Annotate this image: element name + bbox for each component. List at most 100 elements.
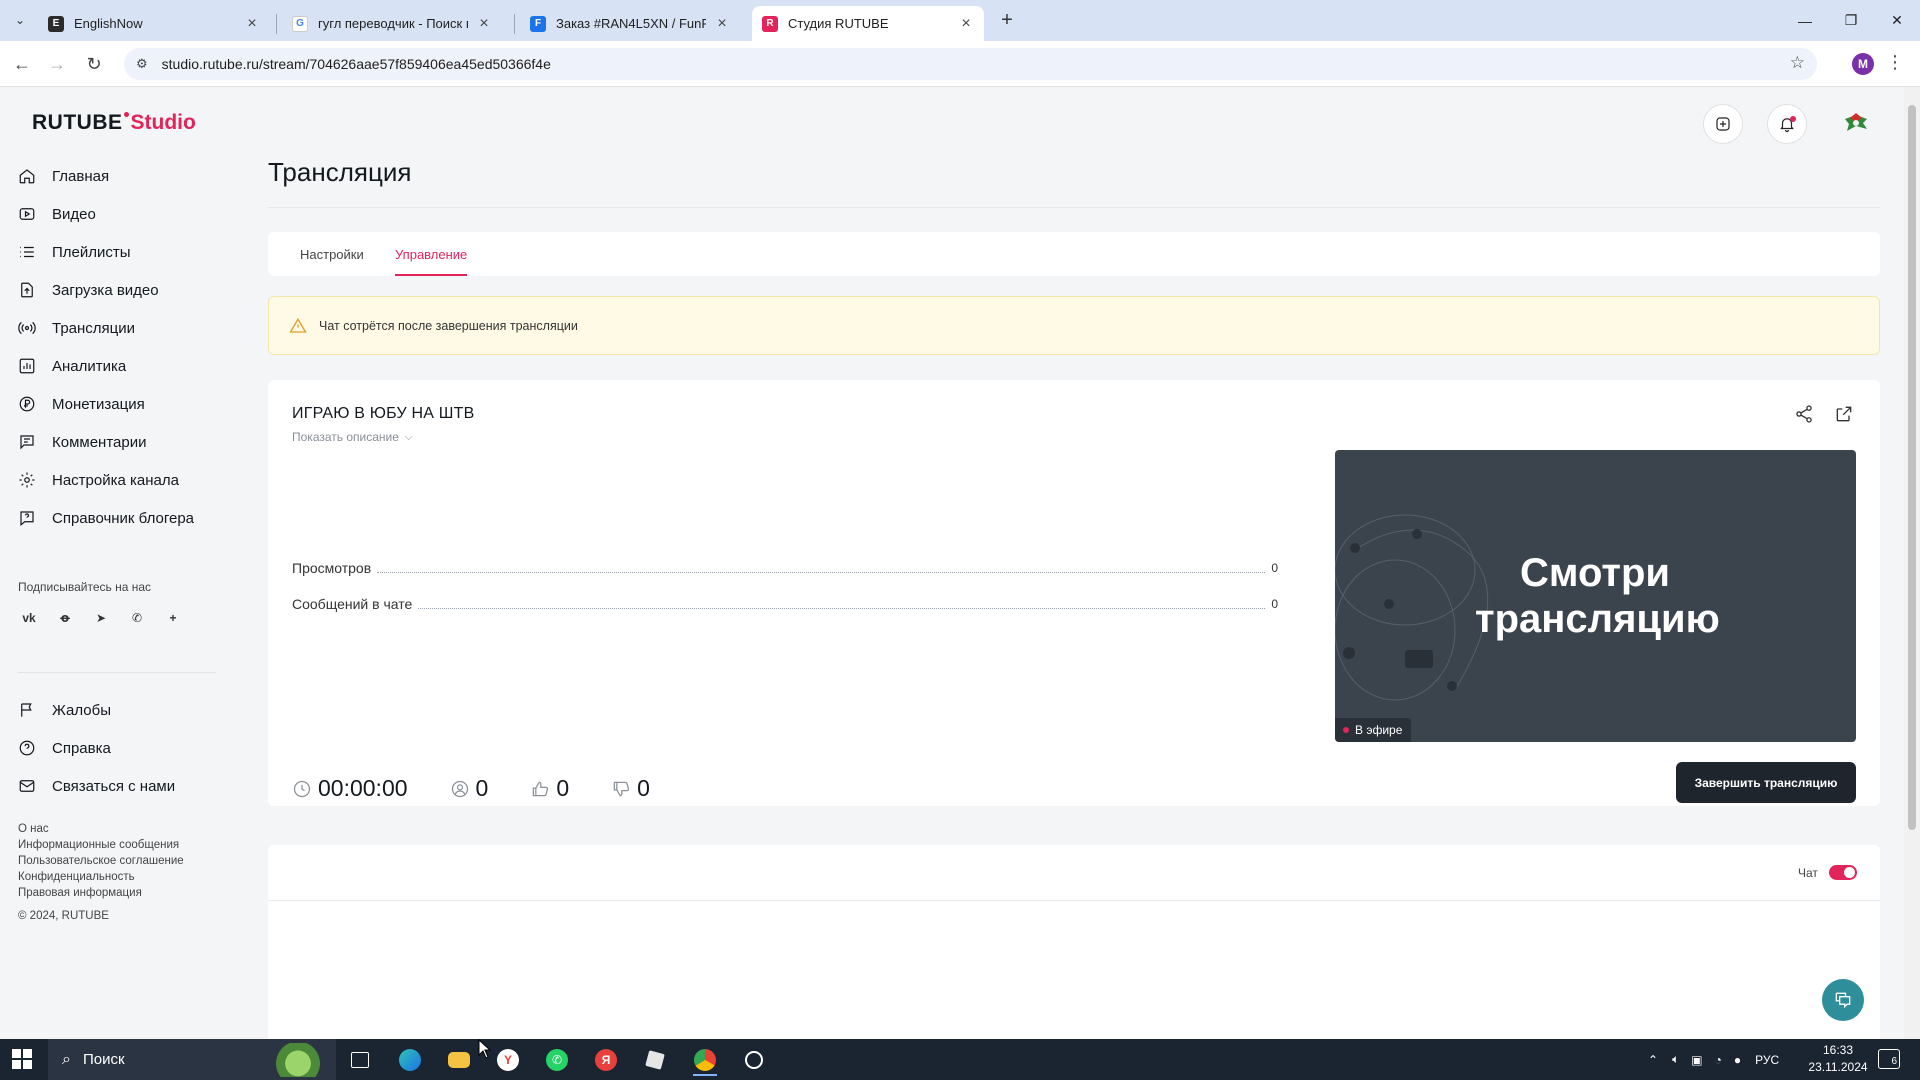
- forward-button[interactable]: →: [43, 50, 71, 78]
- vk-icon[interactable]: vk: [18, 607, 40, 629]
- stream-title: ИГРАЮ В ЮБУ НА ШТВ: [292, 405, 475, 422]
- tab-management[interactable]: Управление: [395, 232, 468, 276]
- avatar[interactable]: [1836, 104, 1876, 144]
- tray-overflow-icon[interactable]: ⌃: [1648, 1053, 1658, 1067]
- sidebar-item-comments[interactable]: Комментарии: [18, 423, 194, 461]
- chrome-icon[interactable]: [685, 1043, 725, 1076]
- steam-icon[interactable]: [734, 1043, 774, 1076]
- browser-tab-rutube-studio[interactable]: R Студия RUTUBE ×: [752, 6, 984, 41]
- roblox-icon[interactable]: [635, 1043, 675, 1076]
- taskbar-search[interactable]: ⌕ Поиск: [48, 1039, 336, 1080]
- file-explorer-icon[interactable]: [439, 1043, 479, 1076]
- follow-us-title: Подписывайтесь на нас: [18, 580, 152, 594]
- restore-window-button[interactable]: ❐: [1828, 0, 1874, 41]
- tab-settings[interactable]: Настройки: [300, 232, 364, 276]
- chat-toggle[interactable]: [1829, 865, 1857, 880]
- social-links: vk ꝋ ➤ ✆ +: [18, 607, 198, 629]
- microphone-icon[interactable]: ●: [1734, 1053, 1741, 1067]
- footer-link-info[interactable]: Информационные сообщения: [18, 839, 184, 855]
- sidebar-item-analytics[interactable]: Аналитика: [18, 347, 194, 385]
- sidebar-item-upload[interactable]: Загрузка видео: [18, 271, 194, 309]
- browser-profile-avatar[interactable]: M: [1852, 53, 1874, 75]
- chat-card: Чат: [268, 845, 1880, 1039]
- mail-icon: [18, 777, 36, 795]
- site-info-icon[interactable]: ⚙: [136, 56, 148, 72]
- sidebar-item-broadcasts[interactable]: Трансляции: [18, 309, 194, 347]
- taskbar-clock[interactable]: 16:33 23.11.2024: [1806, 1042, 1870, 1076]
- browser-menu-icon[interactable]: ⋮: [1886, 52, 1904, 73]
- footer-link-legal[interactable]: Правовая информация: [18, 887, 184, 903]
- tab-separator: [514, 14, 515, 34]
- camera-icon[interactable]: ▣: [1691, 1053, 1702, 1067]
- close-window-button[interactable]: ✕: [1874, 0, 1920, 41]
- browser-tab-englishnow[interactable]: E EnglishNow ×: [38, 6, 270, 41]
- browser-tab-funpay[interactable]: F Заказ #RAN4L5XN / FunPay ×: [520, 6, 740, 41]
- sidebar-item-monetization[interactable]: Монетизация: [18, 385, 194, 423]
- telegram-icon[interactable]: ➤: [90, 607, 112, 629]
- share-icon: [1796, 405, 1812, 423]
- address-bar[interactable]: ⚙ studio.rutube.ru/stream/704626aae57f85…: [124, 48, 1817, 80]
- stream-preview[interactable]: Смотри трансляцию В эфире: [1335, 450, 1856, 742]
- sidebar-item-playlists[interactable]: Плейлисты: [18, 233, 194, 271]
- scrollbar-thumb[interactable]: [1908, 105, 1916, 830]
- footer-link-about[interactable]: О нас: [18, 823, 184, 839]
- share-button[interactable]: [1794, 404, 1816, 426]
- minimize-window-button[interactable]: —: [1782, 0, 1828, 41]
- task-view-icon[interactable]: [340, 1043, 380, 1076]
- external-link-icon: [1836, 406, 1852, 422]
- close-tab-icon[interactable]: ×: [476, 15, 492, 32]
- notifications-button[interactable]: [1767, 104, 1807, 144]
- new-tab-button[interactable]: +: [995, 8, 1019, 32]
- windows-start-button[interactable]: [12, 1049, 32, 1069]
- sidebar-item-video[interactable]: Видео: [18, 195, 194, 233]
- yandex-icon[interactable]: Я: [586, 1043, 626, 1076]
- home-icon: [18, 167, 36, 185]
- footer-link-privacy[interactable]: Конфиденциальность: [18, 871, 184, 887]
- url-text[interactable]: studio.rutube.ru/stream/704626aae57f8594…: [162, 56, 551, 72]
- support-chat-button[interactable]: [1822, 979, 1864, 1021]
- more-icon[interactable]: +: [162, 607, 184, 629]
- likes-counter: 0: [530, 775, 569, 802]
- back-button[interactable]: ←: [8, 50, 36, 78]
- language-indicator[interactable]: РУС: [1755, 1053, 1779, 1067]
- notification-center-icon[interactable]: 6: [1878, 1049, 1900, 1069]
- whatsapp-icon[interactable]: ✆: [537, 1043, 577, 1076]
- wifi-icon[interactable]: ◔: [1715, 1053, 1722, 1067]
- close-tab-icon[interactable]: ×: [244, 15, 260, 32]
- sidebar-item-complaints[interactable]: Жалобы: [18, 691, 175, 729]
- search-highlight-image: [268, 1043, 328, 1077]
- footer-link-terms[interactable]: Пользовательское соглашение: [18, 855, 184, 871]
- show-description-toggle[interactable]: Показать описание ⌵: [292, 430, 413, 444]
- thumbs-down-icon: [613, 781, 630, 796]
- viber-icon[interactable]: ✆: [126, 607, 148, 629]
- yandex-browser-icon[interactable]: Y: [488, 1043, 528, 1076]
- reload-button[interactable]: ↻: [80, 50, 108, 78]
- browser-tab-strip: ⌄ E EnglishNow × G гугл переводчик - Пои…: [0, 0, 1920, 41]
- bookmark-star-icon[interactable]: ☆: [1790, 53, 1805, 73]
- sidebar-item-help[interactable]: Справка: [18, 729, 175, 767]
- edge-icon[interactable]: [390, 1043, 430, 1076]
- sidebar-secondary-nav: Жалобы Справка Связаться с нами: [18, 691, 175, 805]
- open-external-button[interactable]: [1834, 404, 1856, 426]
- ok-icon[interactable]: ꝋ: [54, 607, 76, 629]
- viewers-counter: 0: [450, 775, 488, 802]
- end-stream-button[interactable]: Завершить трансляцию: [1676, 762, 1856, 803]
- rutube-studio-logo[interactable]: RUTUBE Studio: [32, 111, 196, 135]
- stream-stats: Просмотров 0 Сообщений в чате 0: [292, 550, 1278, 622]
- close-tab-icon[interactable]: ×: [958, 15, 974, 32]
- sidebar-item-blogger-guide[interactable]: Справочник блогера: [18, 499, 194, 537]
- page-scrollbar[interactable]: [1904, 87, 1920, 1039]
- volume-icon[interactable]: 🔈︎: [1672, 1052, 1679, 1067]
- close-tab-icon[interactable]: ×: [714, 15, 730, 32]
- footer-links: О нас Информационные сообщения Пользоват…: [18, 823, 184, 903]
- sidebar-item-channel-settings[interactable]: Настройка канала: [18, 461, 194, 499]
- sidebar-item-home[interactable]: Главная: [18, 157, 194, 195]
- sidebar-item-contact[interactable]: Связаться с нами: [18, 767, 175, 805]
- sidebar: RUTUBE Studio Главная Видео Плейлисты Заг…: [0, 87, 216, 1039]
- chat-divider: [268, 900, 1880, 901]
- tab-search-chevron-icon[interactable]: ⌄: [8, 8, 32, 32]
- browser-tab-google[interactable]: G гугл переводчик - Поиск в Google ×: [282, 6, 502, 41]
- help-book-icon: [18, 509, 36, 527]
- stream-card: ИГРАЮ В ЮБУ НА ШТВ Показать описание ⌵ П…: [268, 380, 1880, 806]
- add-video-button[interactable]: [1703, 104, 1743, 144]
